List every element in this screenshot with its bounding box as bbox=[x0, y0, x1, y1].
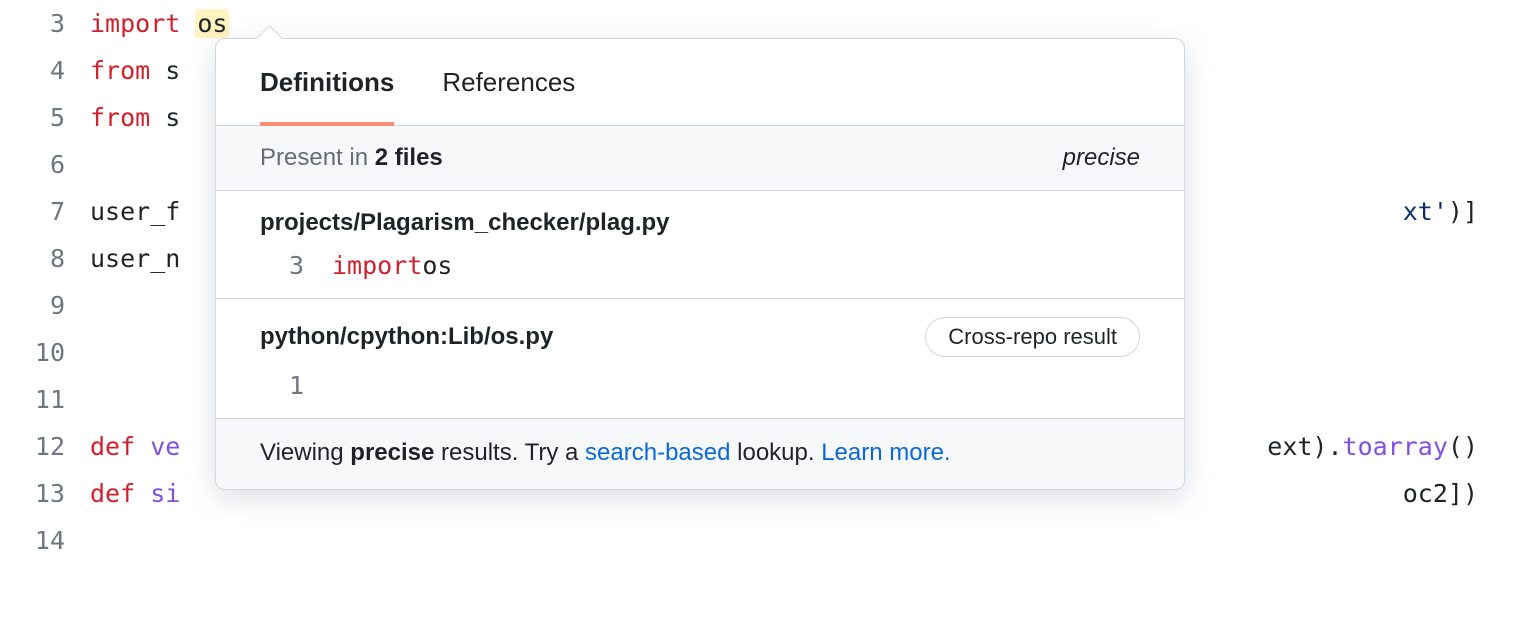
code-line[interactable]: 14 bbox=[0, 517, 1528, 564]
result-item[interactable]: python/cpython:Lib/os.py Cross-repo resul… bbox=[216, 299, 1184, 418]
cross-repo-badge: Cross-repo result bbox=[925, 317, 1140, 357]
tab-definitions[interactable]: Definitions bbox=[260, 39, 394, 126]
line-number: 13 bbox=[0, 479, 90, 508]
learn-more-link[interactable]: Learn more. bbox=[821, 439, 950, 466]
result-line-number: 1 bbox=[260, 371, 332, 400]
result-head: python/cpython:Lib/os.py Cross-repo resul… bbox=[260, 317, 1140, 357]
code-token: def bbox=[90, 432, 150, 461]
footer-bold: precise bbox=[350, 439, 434, 466]
code-token: ext). bbox=[1267, 432, 1342, 461]
code-token: from bbox=[90, 103, 150, 132]
code-token: import bbox=[332, 251, 422, 280]
code-token: user_n bbox=[90, 244, 180, 273]
line-number: 7 bbox=[0, 197, 90, 226]
code-token: toarray bbox=[1343, 432, 1448, 461]
result-line-number: 3 bbox=[260, 251, 332, 280]
line-number: 10 bbox=[0, 338, 90, 367]
symbol-popover: Definitions References Present in 2 file… bbox=[215, 38, 1185, 490]
line-number: 4 bbox=[0, 56, 90, 85]
line-number: 8 bbox=[0, 244, 90, 273]
line-number: 14 bbox=[0, 526, 90, 555]
result-code[interactable]: 1 bbox=[260, 371, 1140, 400]
code-token: from bbox=[90, 56, 150, 85]
footer-text: lookup. bbox=[730, 439, 821, 466]
code-tail: xt')] bbox=[1403, 197, 1528, 226]
code-token: os bbox=[422, 251, 452, 280]
tab-references[interactable]: References bbox=[442, 39, 575, 126]
popover-results: projects/Plagarism_checker/plag.py 3impor… bbox=[216, 191, 1184, 418]
popover-summary: Present in 2 files precise bbox=[216, 126, 1184, 191]
code-token: )] bbox=[1448, 197, 1478, 226]
line-number: 11 bbox=[0, 385, 90, 414]
result-path[interactable]: projects/Plagarism_checker/plag.py bbox=[260, 209, 670, 237]
summary-prefix: Present in bbox=[260, 144, 375, 171]
result-code[interactable]: 3import os bbox=[260, 251, 1140, 280]
code-token: si bbox=[150, 479, 180, 508]
code-token: s bbox=[150, 103, 180, 132]
line-number: 9 bbox=[0, 291, 90, 320]
code-source[interactable]: import os bbox=[90, 9, 1528, 38]
result-item[interactable]: projects/Plagarism_checker/plag.py 3impor… bbox=[216, 191, 1184, 299]
line-number: 5 bbox=[0, 103, 90, 132]
symbol-highlight[interactable]: os bbox=[195, 9, 229, 38]
search-based-link[interactable]: search-based bbox=[585, 439, 730, 466]
code-token: xt' bbox=[1403, 197, 1448, 226]
code-token: ve bbox=[150, 432, 180, 461]
line-number: 6 bbox=[0, 150, 90, 179]
line-number: 12 bbox=[0, 432, 90, 461]
result-path[interactable]: python/cpython:Lib/os.py bbox=[260, 323, 553, 351]
result-head: projects/Plagarism_checker/plag.py bbox=[260, 209, 1140, 237]
code-token: user_f bbox=[90, 197, 180, 226]
code-tail: ext).toarray() bbox=[1267, 432, 1528, 461]
code-token: () bbox=[1448, 432, 1478, 461]
code-token: import bbox=[90, 9, 195, 38]
summary-mode: precise bbox=[1063, 144, 1140, 172]
code-token: oc2]) bbox=[1403, 479, 1478, 508]
popover-footer: Viewing precise results. Try a search-ba… bbox=[216, 418, 1184, 489]
code-tail: oc2]) bbox=[1403, 479, 1528, 508]
line-number: 3 bbox=[0, 9, 90, 38]
footer-text: results. Try a bbox=[434, 439, 585, 466]
code-token: s bbox=[150, 56, 180, 85]
code-token: def bbox=[90, 479, 150, 508]
summary-count: 2 files bbox=[375, 144, 443, 171]
popover-tabs: Definitions References bbox=[216, 39, 1184, 126]
footer-text: Viewing bbox=[260, 439, 350, 466]
